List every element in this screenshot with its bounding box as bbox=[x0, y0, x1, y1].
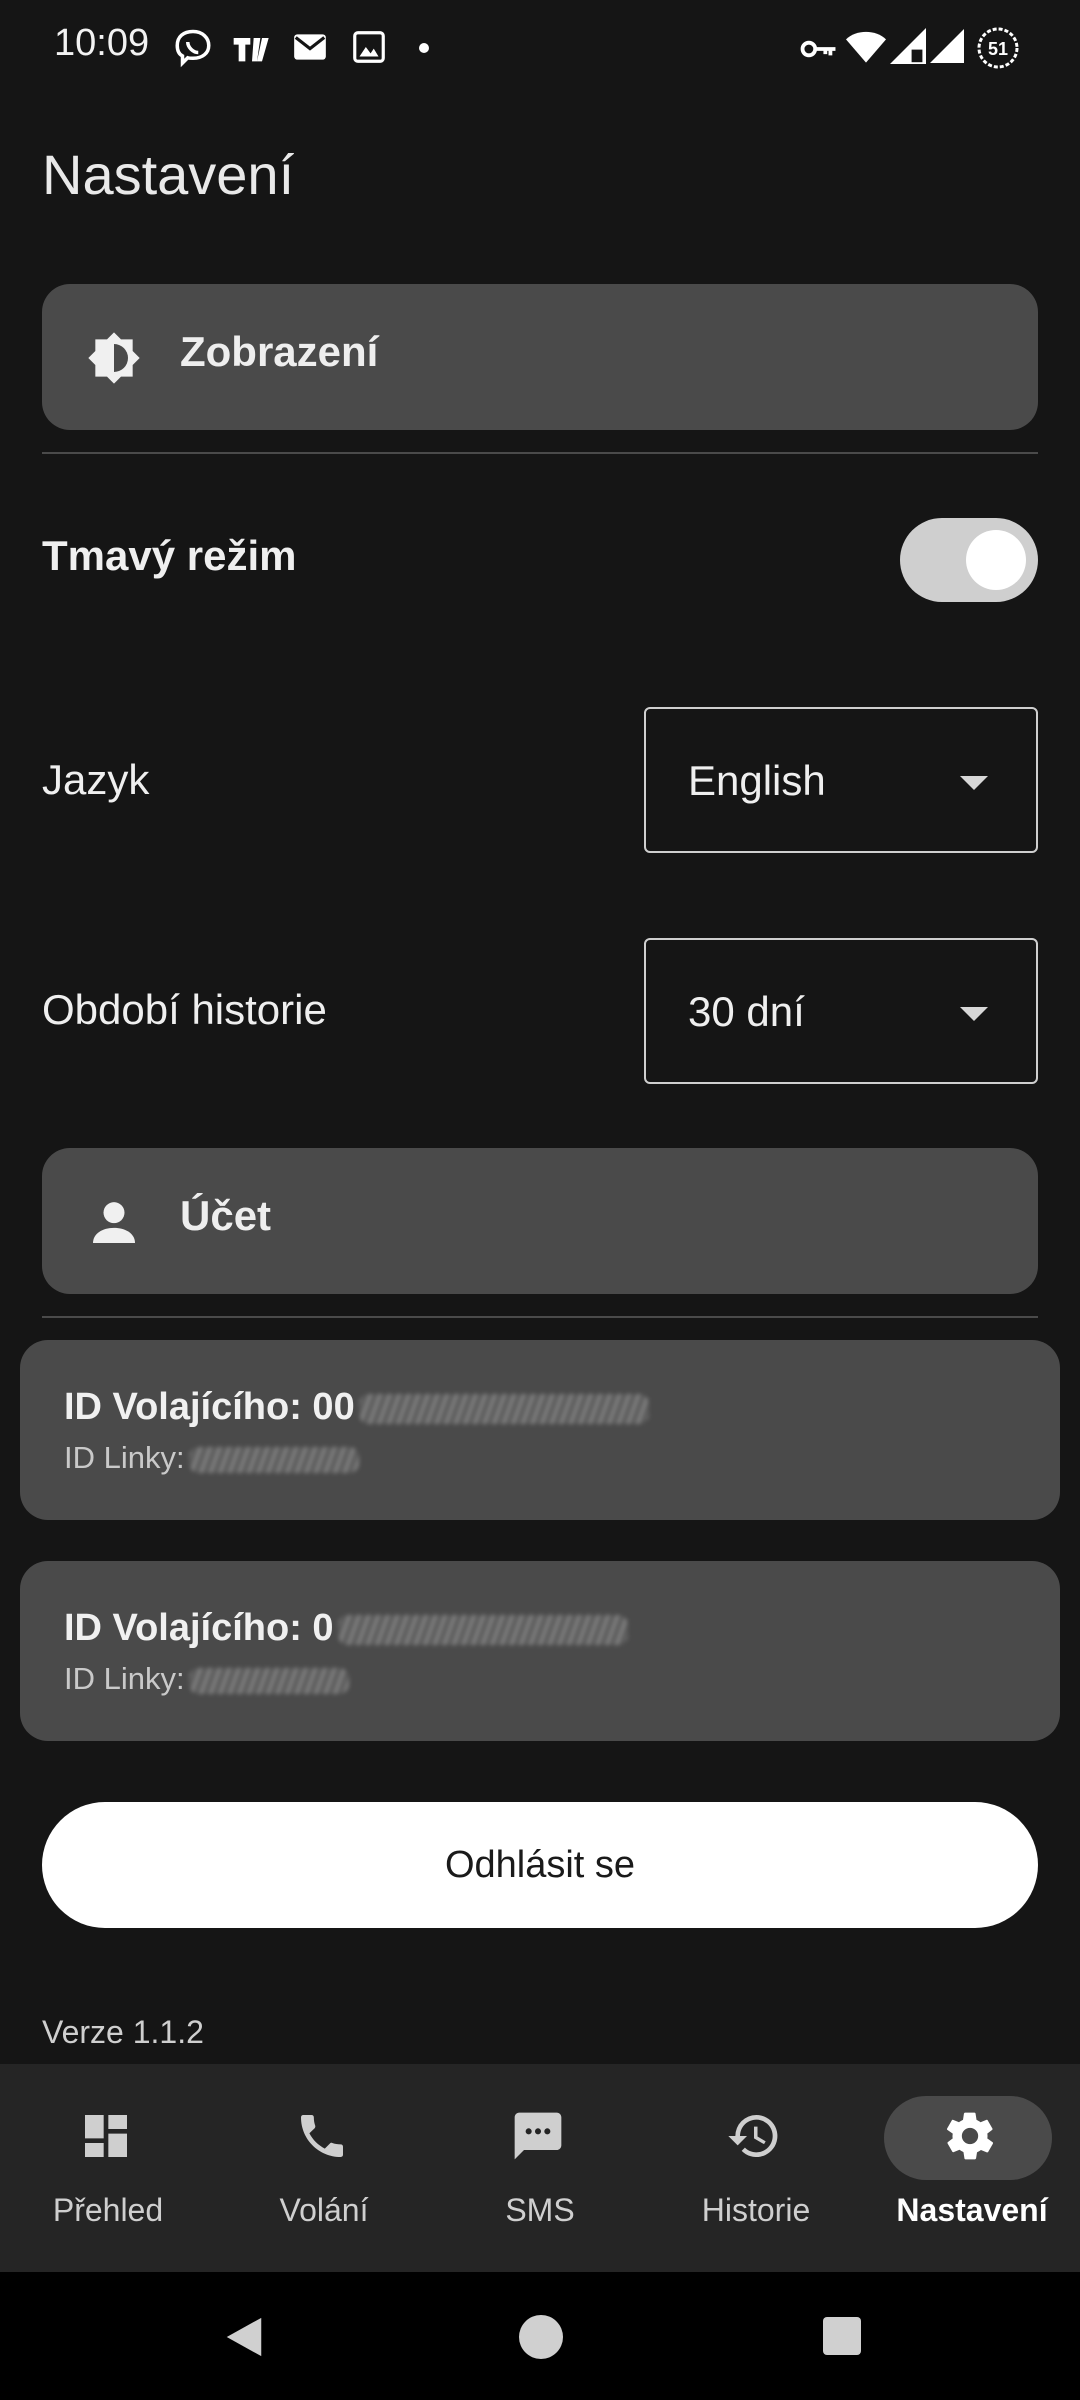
redacted-value bbox=[188, 1446, 359, 1473]
signal-icon bbox=[890, 28, 926, 64]
language-value: English bbox=[688, 757, 826, 804]
page-title: Nastavení bbox=[42, 143, 295, 206]
account-card[interactable]: ID Volajícího: 0 ID Linky: bbox=[20, 1561, 1060, 1741]
nav-label: Volání bbox=[279, 2192, 369, 2228]
line-id: ID Linky: bbox=[64, 1440, 359, 1476]
account-section-header: Účet bbox=[42, 1148, 1038, 1294]
version-text: Verze 1.1.2 bbox=[42, 2014, 204, 2050]
battery-level: 51 bbox=[988, 39, 1008, 59]
language-label: Jazyk bbox=[42, 756, 150, 803]
dashboard-icon bbox=[78, 2108, 134, 2164]
nav-label: Historie bbox=[701, 2192, 811, 2228]
home-icon[interactable] bbox=[518, 2314, 564, 2365]
settings-icon bbox=[942, 2108, 998, 2164]
history-period-label: Období historie bbox=[42, 986, 327, 1033]
nav-item-nastaveni[interactable]: Nastavení bbox=[864, 2064, 1080, 2272]
phone-icon bbox=[294, 2108, 350, 2164]
divider bbox=[42, 452, 1038, 454]
vpn-key-icon bbox=[800, 36, 838, 62]
back-icon[interactable] bbox=[222, 2314, 266, 2365]
chevron-down-icon bbox=[960, 1007, 988, 1021]
nav-label: Nastavení bbox=[896, 2192, 1048, 2228]
system-navigation-bar bbox=[0, 2272, 1080, 2400]
redacted-value bbox=[358, 1393, 649, 1424]
history-period-value: 30 dní bbox=[688, 988, 805, 1035]
dark-mode-toggle[interactable] bbox=[900, 518, 1038, 602]
image-icon bbox=[350, 28, 388, 66]
nav-item-prehled[interactable]: Přehled bbox=[0, 2064, 216, 2272]
nav-item-volani[interactable]: Volání bbox=[216, 2064, 432, 2272]
account-section-label: Účet bbox=[180, 1192, 272, 1239]
caller-id: ID Volajícího: 00 bbox=[64, 1386, 649, 1429]
logout-button[interactable]: Odhlásit se bbox=[42, 1802, 1038, 1928]
display-section-label: Zobrazení bbox=[180, 328, 379, 375]
dark-mode-label: Tmavý režim bbox=[42, 532, 297, 579]
nav-item-sms[interactable]: SMS bbox=[432, 2064, 648, 2272]
bottom-navigation: Přehled Volání SMS Historie Nastavení bbox=[0, 2064, 1080, 2272]
wifi-icon bbox=[846, 28, 886, 64]
divider bbox=[42, 1316, 1038, 1318]
history-period-select[interactable]: 30 dní bbox=[644, 938, 1038, 1084]
person-icon bbox=[86, 1194, 142, 1250]
dot-icon bbox=[418, 42, 430, 54]
caller-id: ID Volajícího: 0 bbox=[64, 1607, 628, 1650]
status-time: 10:09 bbox=[54, 22, 150, 64]
history-icon bbox=[726, 2108, 782, 2164]
nav-label: Přehled bbox=[52, 2192, 164, 2228]
chevron-down-icon bbox=[960, 776, 988, 790]
brightness-icon bbox=[86, 330, 142, 386]
language-select[interactable]: English bbox=[644, 707, 1038, 853]
line-id: ID Linky: bbox=[64, 1661, 349, 1697]
toggle-thumb bbox=[966, 530, 1026, 590]
display-section-header: Zobrazení bbox=[42, 284, 1038, 430]
recents-icon[interactable] bbox=[822, 2316, 862, 2361]
tradingview-icon bbox=[230, 28, 274, 68]
signal-icon bbox=[930, 28, 964, 64]
sms-icon bbox=[510, 2108, 566, 2164]
account-card[interactable]: ID Volajícího: 00 ID Linky: bbox=[20, 1340, 1060, 1520]
nav-label: SMS bbox=[505, 2192, 575, 2228]
redacted-value bbox=[337, 1614, 628, 1645]
mail-icon bbox=[290, 28, 330, 66]
viber-icon bbox=[172, 28, 214, 70]
battery-icon: 51 bbox=[976, 26, 1020, 70]
nav-item-historie[interactable]: Historie bbox=[648, 2064, 864, 2272]
redacted-value bbox=[188, 1667, 349, 1694]
